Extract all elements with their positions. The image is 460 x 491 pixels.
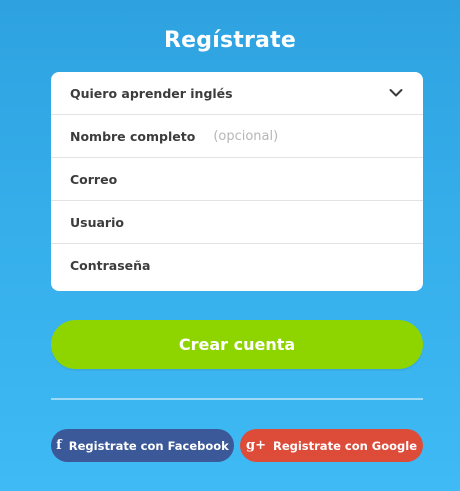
username-field[interactable]: Usuario xyxy=(51,201,423,244)
username-label: Usuario xyxy=(70,214,124,230)
facebook-icon: f xyxy=(56,438,62,453)
facebook-signup-button[interactable]: f Registrate con Facebook xyxy=(51,429,234,462)
email-label: Correo xyxy=(70,171,118,187)
page-title: Regístrate xyxy=(164,28,296,53)
language-select-value: Quiero aprender inglés xyxy=(70,85,233,101)
language-select[interactable]: Quiero aprender inglés xyxy=(51,72,423,115)
email-field[interactable]: Correo xyxy=(51,158,423,201)
password-label: Contraseña xyxy=(70,258,151,273)
google-signup-label: Registrate con Google xyxy=(272,438,417,453)
divider xyxy=(51,398,423,400)
signup-form: Quiero aprender inglés Nombre completo (… xyxy=(51,72,423,291)
full-name-placeholder: (opcional) xyxy=(213,128,279,144)
full-name-field[interactable]: Nombre completo (opcional) xyxy=(51,115,423,158)
create-account-button[interactable]: Crear cuenta xyxy=(51,320,423,369)
chevron-down-icon xyxy=(389,89,403,97)
google-signup-button[interactable]: g+ Registrate con Google xyxy=(240,429,423,462)
facebook-signup-label: Registrate con Facebook xyxy=(68,438,229,453)
password-field[interactable]: Contraseña xyxy=(51,244,423,287)
full-name-label: Nombre completo xyxy=(70,128,196,144)
google-plus-icon: g+ xyxy=(245,438,266,453)
